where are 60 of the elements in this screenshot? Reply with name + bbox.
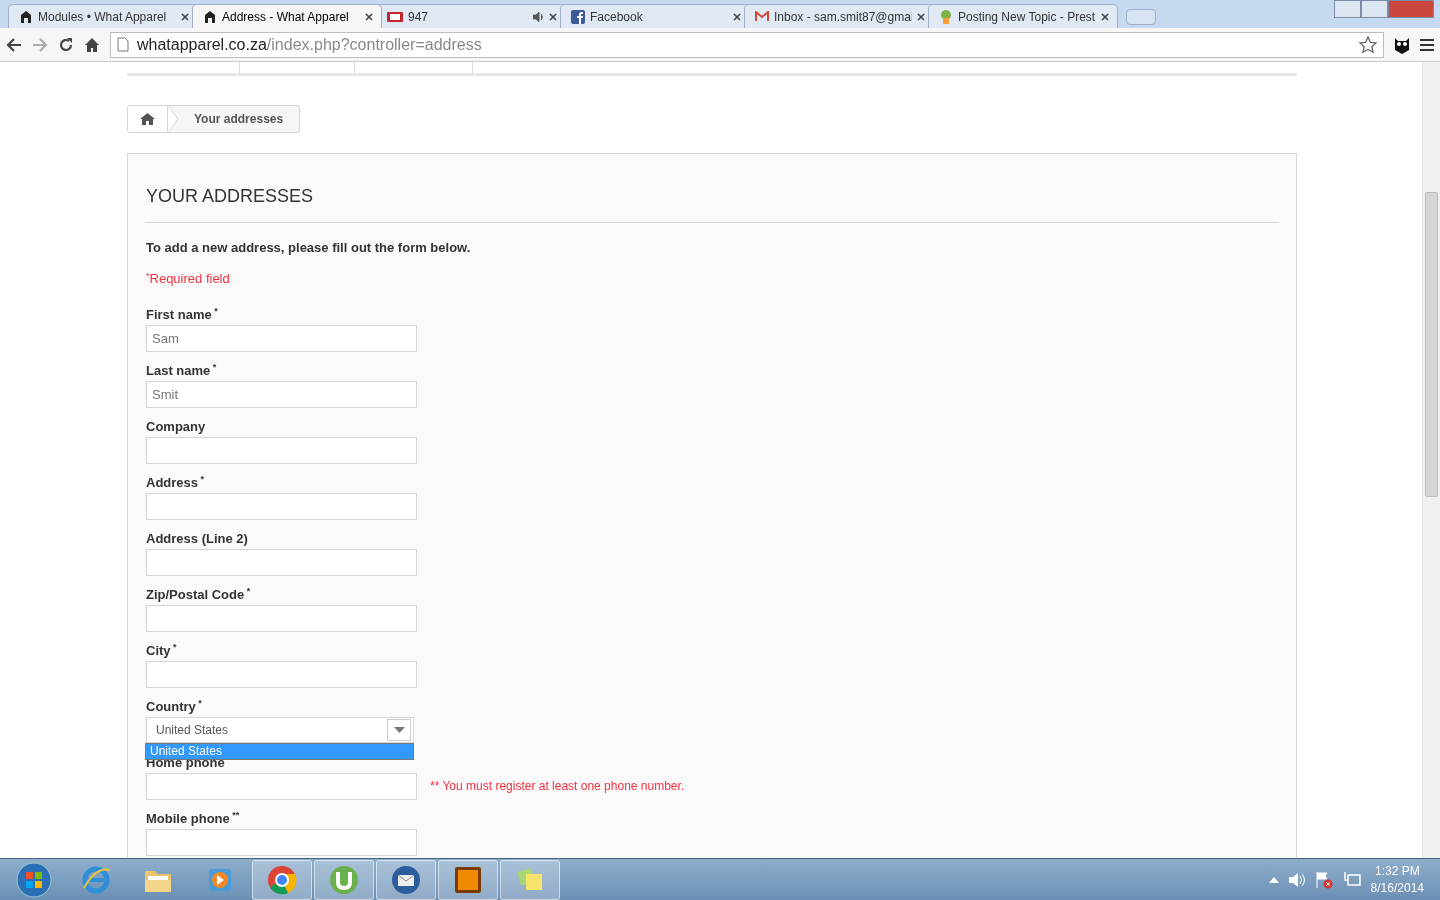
close-icon[interactable] <box>917 12 925 21</box>
close-icon[interactable] <box>365 12 373 21</box>
page-heading: YOUR ADDRESSES <box>146 186 1278 223</box>
close-icon[interactable] <box>549 12 557 21</box>
input-field[interactable] <box>146 548 417 576</box>
home-icon[interactable] <box>84 37 100 52</box>
field-label: Address $^{*}$ <box>146 474 206 491</box>
input-field[interactable] <box>146 828 417 856</box>
field-label: Company <box>146 418 207 435</box>
field-label: City $^{*}$ <box>146 642 178 659</box>
reload-icon[interactable] <box>58 36 74 53</box>
menu-icon[interactable] <box>1420 38 1434 51</box>
close-icon[interactable] <box>1101 12 1109 21</box>
input-field[interactable] <box>146 772 417 800</box>
input-field[interactable]: Smit <box>146 380 417 408</box>
scrollbar-thumb[interactable] <box>1425 192 1438 497</box>
field-label: Mobile phone $^{**}$ <box>146 810 241 827</box>
hanger-logo-icon <box>19 9 33 24</box>
browser-tab[interactable]: Posting New Topic - Prest <box>928 4 1118 28</box>
url-text: whatapparel.co.za/index.php?controller=address <box>137 34 482 55</box>
field-label: Zip/Postal Code $^{*}$ <box>146 586 252 603</box>
maximize-button[interactable] <box>1361 0 1388 18</box>
bookmark-star-icon[interactable] <box>1359 35 1377 54</box>
close-icon[interactable] <box>733 12 741 21</box>
input-field[interactable]: Sam <box>146 324 417 352</box>
chrome-icon[interactable] <box>266 863 298 896</box>
home-icon <box>140 113 155 125</box>
address-bar[interactable]: whatapparel.co.za/index.php?controller=address <box>110 31 1384 58</box>
minimize-button[interactable] <box>1334 0 1361 18</box>
page-icon <box>117 37 129 52</box>
envelope-globe-icon[interactable] <box>390 863 422 896</box>
required-note: $^{*}$Required field <box>146 269 231 289</box>
country-select[interactable]: United States <box>146 716 414 743</box>
field-label: Country $^{*}$ <box>146 698 203 715</box>
back-icon[interactable] <box>6 37 22 52</box>
hanger-logo-icon <box>203 9 217 24</box>
network-icon[interactable] <box>1342 871 1361 888</box>
intro-text: To add a new address, please fill out the form below. <box>146 238 472 257</box>
input-field[interactable] <box>146 660 417 688</box>
input-field[interactable] <box>146 436 417 464</box>
browser-tab[interactable]: Address - What Apparel <box>192 4 382 28</box>
dropdown-arrow-icon <box>393 726 405 733</box>
input-field[interactable] <box>146 492 417 520</box>
start-button-icon[interactable] <box>16 861 52 898</box>
close-icon[interactable] <box>181 12 189 21</box>
owl-icon[interactable] <box>1394 35 1410 54</box>
input-field[interactable] <box>146 604 417 632</box>
new-tab-button[interactable] <box>1126 9 1156 25</box>
speaker-icon[interactable] <box>1288 872 1305 887</box>
breadcrumb-current[interactable]: Your addresses <box>178 110 300 128</box>
error-message: ** You must register at least one phone number. <box>430 778 685 796</box>
field-label: Last name $^{*}$ <box>146 362 218 379</box>
facebook-icon <box>571 9 585 24</box>
show-hidden-icons-icon[interactable] <box>1268 876 1279 883</box>
forward-icon[interactable] <box>32 37 48 52</box>
field-label: Address (Line 2) <box>146 530 249 547</box>
mail-icon <box>755 11 769 22</box>
field-label: First name $^{*}$ <box>146 306 219 323</box>
flag-error-icon[interactable] <box>1314 870 1333 889</box>
mu-logo-icon[interactable] <box>328 863 360 896</box>
